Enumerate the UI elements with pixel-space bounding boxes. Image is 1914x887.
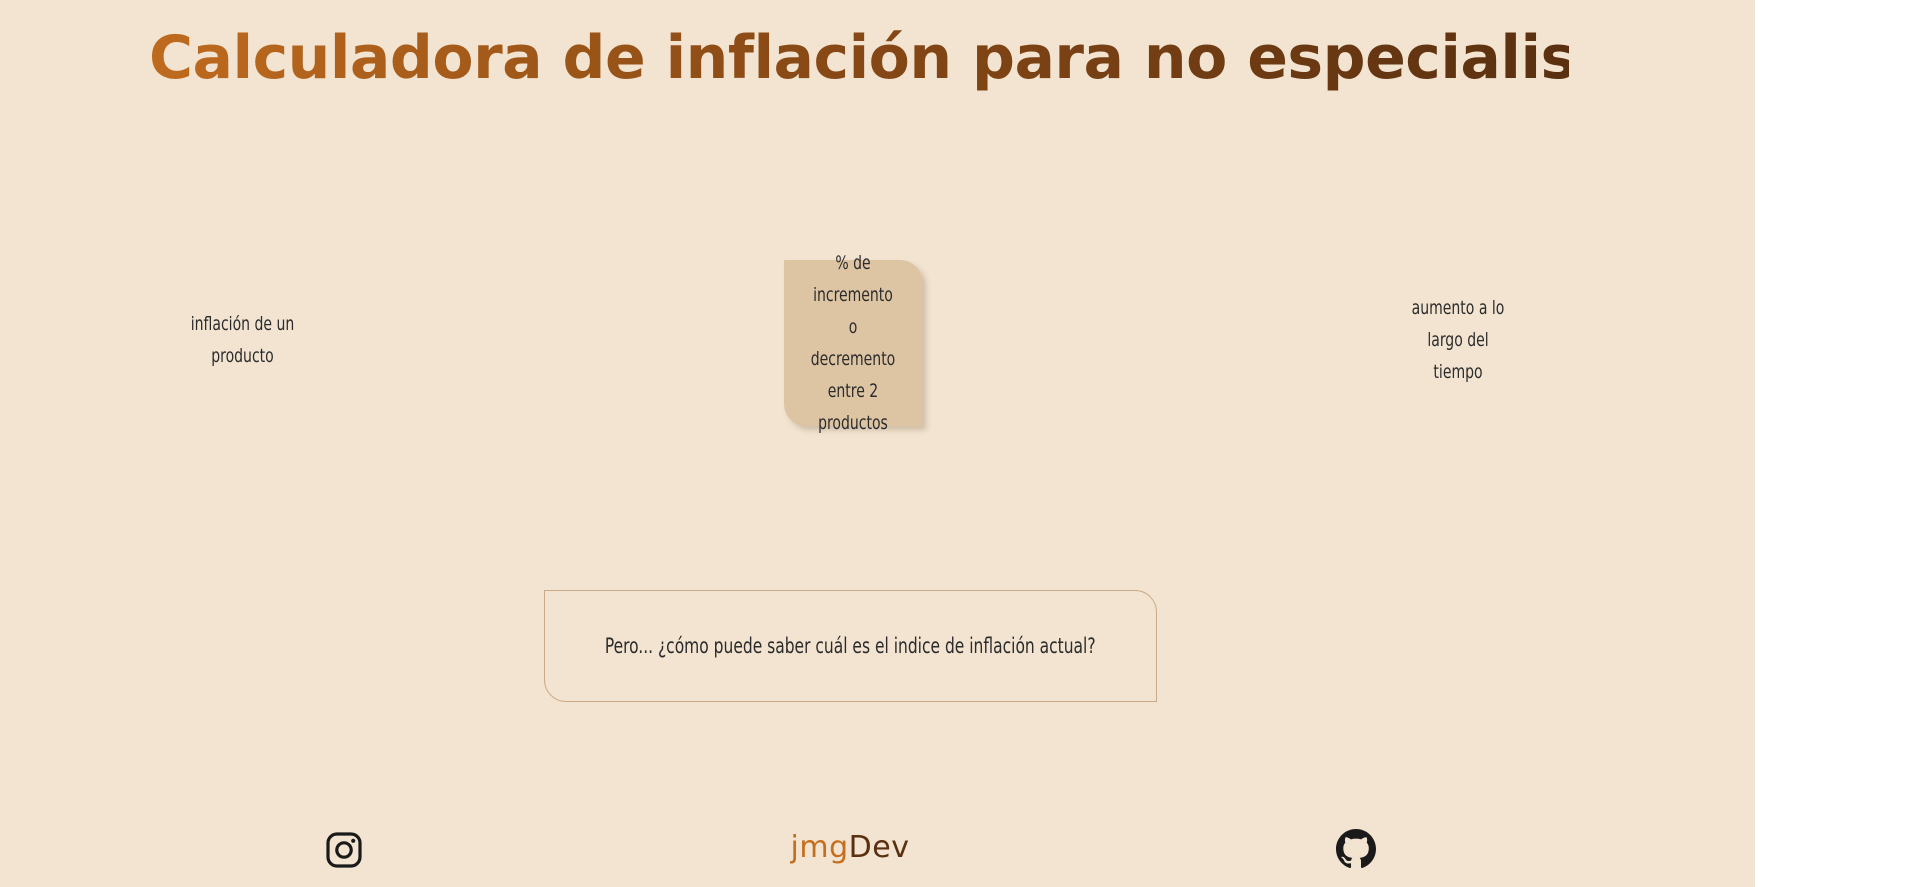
brand-logo[interactable]: jmgDev xyxy=(780,828,920,868)
option-percent-change-selected[interactable]: % de incremento o decremento entre 2 pro… xyxy=(784,252,922,434)
instagram-icon[interactable] xyxy=(325,831,363,869)
brand-part1: jmg xyxy=(790,830,849,865)
github-icon[interactable] xyxy=(1336,829,1376,869)
page-background: Calculadora de inflación para no especia… xyxy=(0,0,1755,887)
option-increase-over-time[interactable]: aumento a lo largo del tiempo xyxy=(1398,290,1518,390)
option-label: inflación de un producto xyxy=(190,313,295,367)
option-label: % de incremento o decremento entre 2 pro… xyxy=(810,252,896,434)
inflation-index-question-button[interactable]: Pero... ¿cómo puede saber cuál es el ind… xyxy=(544,590,1157,702)
option-product-inflation[interactable]: inflación de un producto xyxy=(175,305,310,375)
brand-part2: Dev xyxy=(848,830,910,865)
question-text: Pero... ¿cómo puede saber cuál es el ind… xyxy=(605,634,1096,658)
page-title: Calculadora de inflación para no especia… xyxy=(149,18,1680,98)
option-label: aumento a lo largo del tiempo xyxy=(1411,297,1505,383)
